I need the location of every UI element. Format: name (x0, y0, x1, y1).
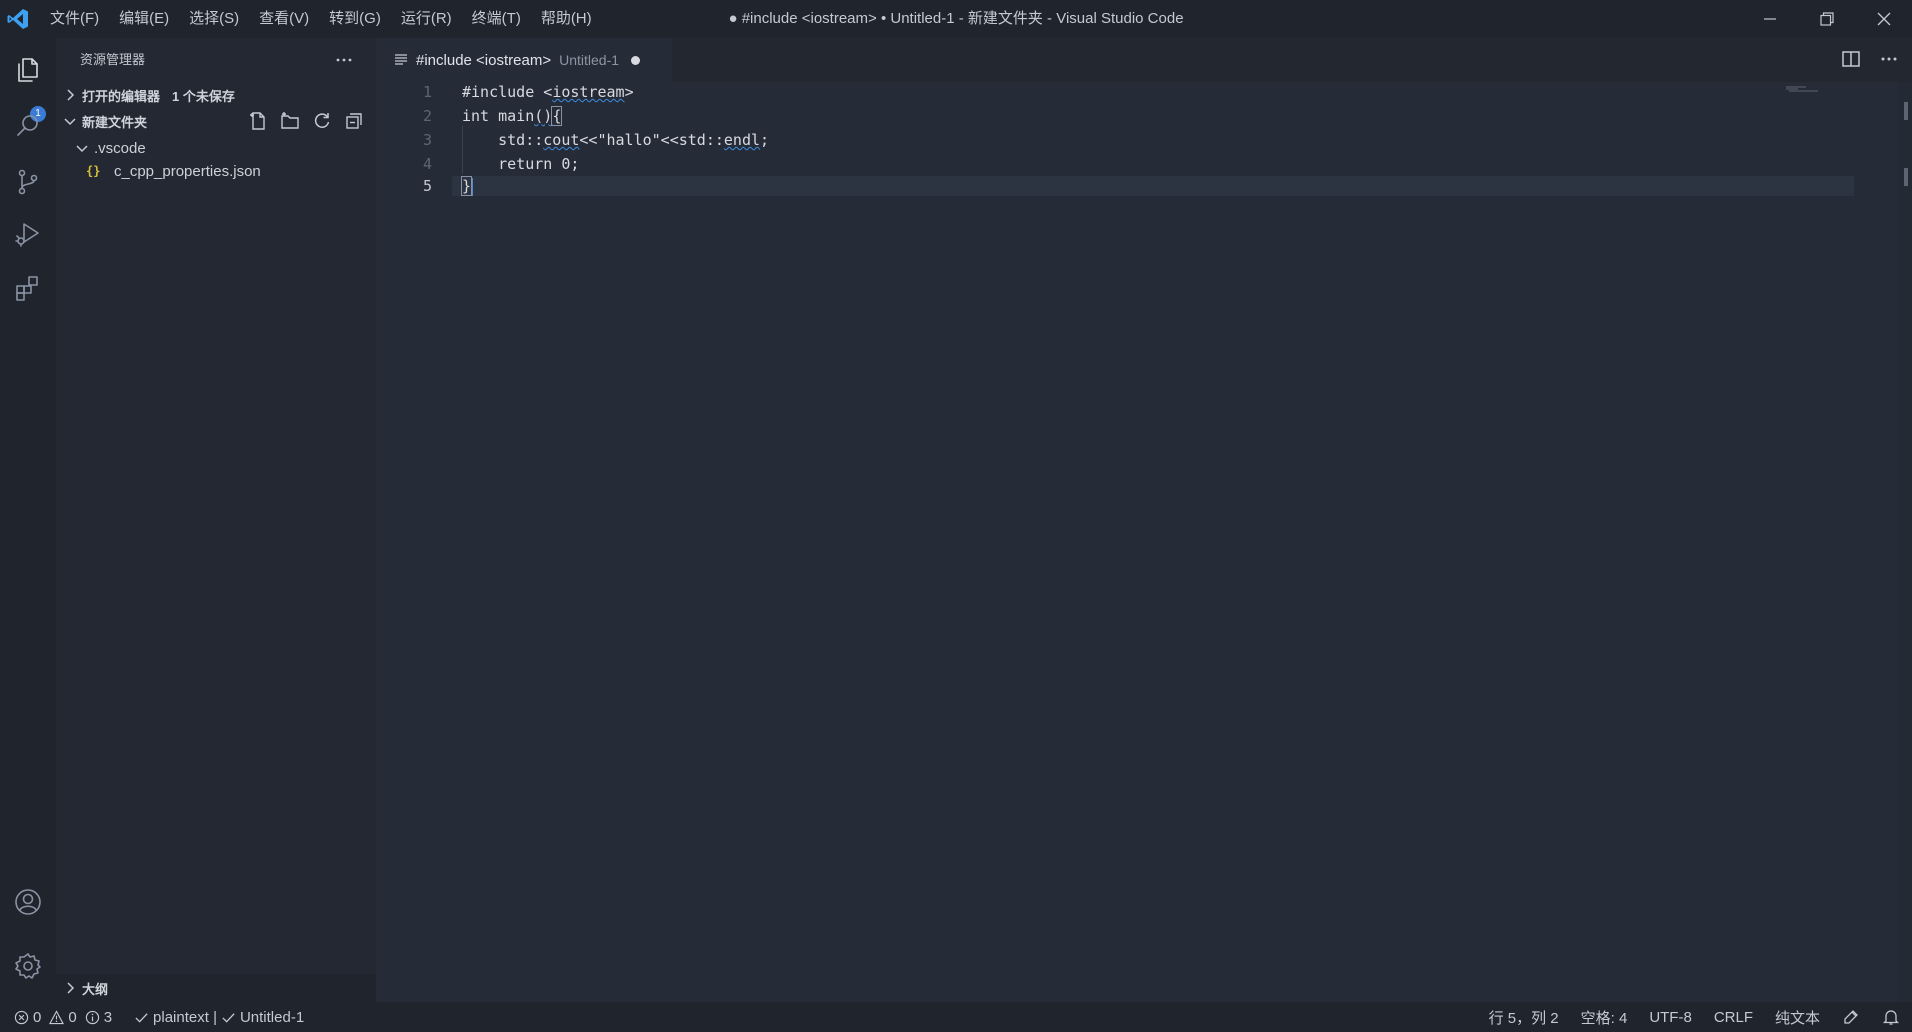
sidebar-title: 资源管理器 (80, 52, 146, 67)
explorer-sidebar: 资源管理器 打开的编辑器 1 个未保存 新建文件夹 .vscode {} c_c… (56, 38, 376, 1002)
menu-bar: 文件(F) 编辑(E) 选择(S) 查看(V) 转到(G) 运行(R) 终端(T… (40, 0, 602, 38)
unsaved-dot-icon[interactable] (631, 55, 641, 65)
tab-label: #include <iostream> (416, 51, 552, 69)
account-icon[interactable] (8, 882, 48, 922)
line-number-active: 5 (422, 177, 432, 195)
tree-folder-label: .vscode (94, 139, 146, 157)
menu-terminal[interactable]: 终端(T) (462, 0, 531, 38)
line-number: 1 (422, 83, 432, 101)
minimize-icon (1763, 18, 1776, 20)
settings-gear-icon[interactable] (8, 946, 48, 986)
collapse-all-icon[interactable] (344, 111, 364, 131)
file-check-label[interactable]: Untitled-1 (240, 1009, 304, 1026)
menu-selection[interactable]: 选择(S) (179, 0, 249, 38)
menu-edit[interactable]: 编辑(E) (109, 0, 179, 38)
info-icon[interactable] (85, 1010, 100, 1025)
open-editors-section[interactable]: 打开的编辑器 1 个未保存 (56, 82, 376, 108)
new-file-icon[interactable] (248, 111, 268, 131)
explorer-icon[interactable] (8, 50, 48, 90)
tree-file-label: c_cpp_properties.json (114, 162, 261, 180)
editor-tab-bar: #include <iostream> Untitled-1 (376, 38, 1912, 82)
minimize-button[interactable] (1741, 0, 1798, 38)
search-icon[interactable] (8, 106, 48, 146)
cursor-position[interactable]: 行 5，列 2 (1489, 1007, 1559, 1028)
window-controls (1741, 0, 1912, 38)
open-editors-label: 打开的编辑器 (82, 88, 161, 104)
extensions-icon[interactable] (8, 268, 48, 308)
code-line-4: return 0; (462, 155, 580, 173)
error-count[interactable]: 0 (33, 1009, 41, 1026)
encoding[interactable]: UTF-8 (1649, 1009, 1692, 1026)
json-file-icon: {} (86, 164, 101, 178)
code-line-1: #include <iostream> (462, 83, 634, 101)
chevron-down-icon (76, 145, 88, 153)
folder-label: 新建文件夹 (82, 114, 148, 130)
language-check-label[interactable]: plaintext | (153, 1009, 217, 1026)
notifications-bell-icon[interactable] (1882, 1008, 1900, 1026)
refresh-icon[interactable] (312, 111, 332, 131)
error-icon[interactable] (14, 1010, 29, 1025)
editor-actions (1840, 48, 1900, 70)
unsaved-badge: 1 个未保存 (172, 88, 235, 104)
matched-bracket: { (551, 106, 563, 126)
folder-actions (248, 108, 364, 134)
language-mode[interactable]: 纯文本 (1775, 1007, 1820, 1028)
text-cursor (471, 177, 474, 196)
code-editor[interactable]: 1 2 3 4 5 #include <iostream> int main()… (376, 82, 1912, 1002)
scroll-marker (1904, 102, 1908, 120)
close-window-button[interactable] (1855, 0, 1912, 38)
chevron-down-icon (64, 118, 76, 126)
line-number: 2 (422, 107, 432, 125)
tab-untitled-1[interactable]: #include <iostream> Untitled-1 (376, 38, 672, 82)
chevron-right-icon (67, 982, 75, 994)
feedback-icon[interactable] (1842, 1008, 1860, 1026)
code-line-2: int main(){ (462, 106, 563, 126)
code-line-5: } (460, 176, 474, 196)
scroll-marker (1904, 168, 1908, 186)
outline-label: 大纲 (82, 981, 109, 997)
status-right: 行 5，列 2 空格: 4 UTF-8 CRLF 纯文本 (1489, 1002, 1900, 1032)
vscode-logo-icon (6, 7, 30, 31)
restore-icon (1819, 12, 1834, 26)
sidebar-header: 资源管理器 (56, 38, 376, 82)
warning-count[interactable]: 0 (68, 1009, 76, 1026)
warning-icon[interactable] (49, 1009, 65, 1025)
end-of-line[interactable]: CRLF (1714, 1009, 1753, 1026)
more-actions-icon[interactable] (1878, 48, 1900, 70)
split-editor-icon[interactable] (1840, 48, 1862, 70)
close-icon (1877, 12, 1890, 26)
check-icon (135, 1012, 148, 1023)
plaintext-file-icon (395, 54, 407, 65)
chevron-right-icon (67, 89, 75, 101)
current-line-highlight (452, 176, 1854, 196)
info-count[interactable]: 3 (104, 1009, 112, 1026)
menu-file[interactable]: 文件(F) (40, 0, 109, 38)
activity-bar: 1 (0, 38, 56, 1002)
folder-section[interactable]: 新建文件夹 (56, 108, 376, 134)
menu-view[interactable]: 查看(V) (249, 0, 319, 38)
code-line-3: std::cout<<"hallo"<<std::endl; (462, 131, 770, 149)
restore-button[interactable] (1798, 0, 1855, 38)
minimap[interactable] (1786, 86, 1826, 92)
matched-bracket: } (460, 176, 473, 196)
vertical-scrollbar[interactable] (1898, 82, 1912, 1002)
menu-help[interactable]: 帮助(H) (531, 0, 602, 38)
new-folder-icon[interactable] (280, 111, 300, 131)
run-debug-icon[interactable] (8, 214, 48, 254)
status-left: 0 0 3 plaintext | Untitled-1 (14, 1002, 304, 1032)
squiggle-underline: iostream (552, 83, 625, 101)
tree-file-json[interactable]: {} c_cpp_properties.json (56, 158, 376, 184)
tab-description: Untitled-1 (559, 52, 620, 68)
title-bar: 文件(F) 编辑(E) 选择(S) 查看(V) 转到(G) 运行(R) 终端(T… (0, 0, 1912, 38)
line-number: 3 (422, 131, 432, 149)
check-icon (222, 1012, 235, 1023)
outline-section[interactable]: 大纲 (56, 974, 376, 1002)
indentation[interactable]: 空格: 4 (1581, 1007, 1628, 1028)
menu-go[interactable]: 转到(G) (319, 0, 391, 38)
menu-run[interactable]: 运行(R) (391, 0, 462, 38)
more-actions-icon[interactable] (334, 50, 354, 70)
line-number: 4 (422, 155, 432, 173)
source-control-icon[interactable] (8, 162, 48, 202)
status-bar: 0 0 3 plaintext | Untitled-1 行 5，列 2 空格:… (0, 1002, 1912, 1032)
